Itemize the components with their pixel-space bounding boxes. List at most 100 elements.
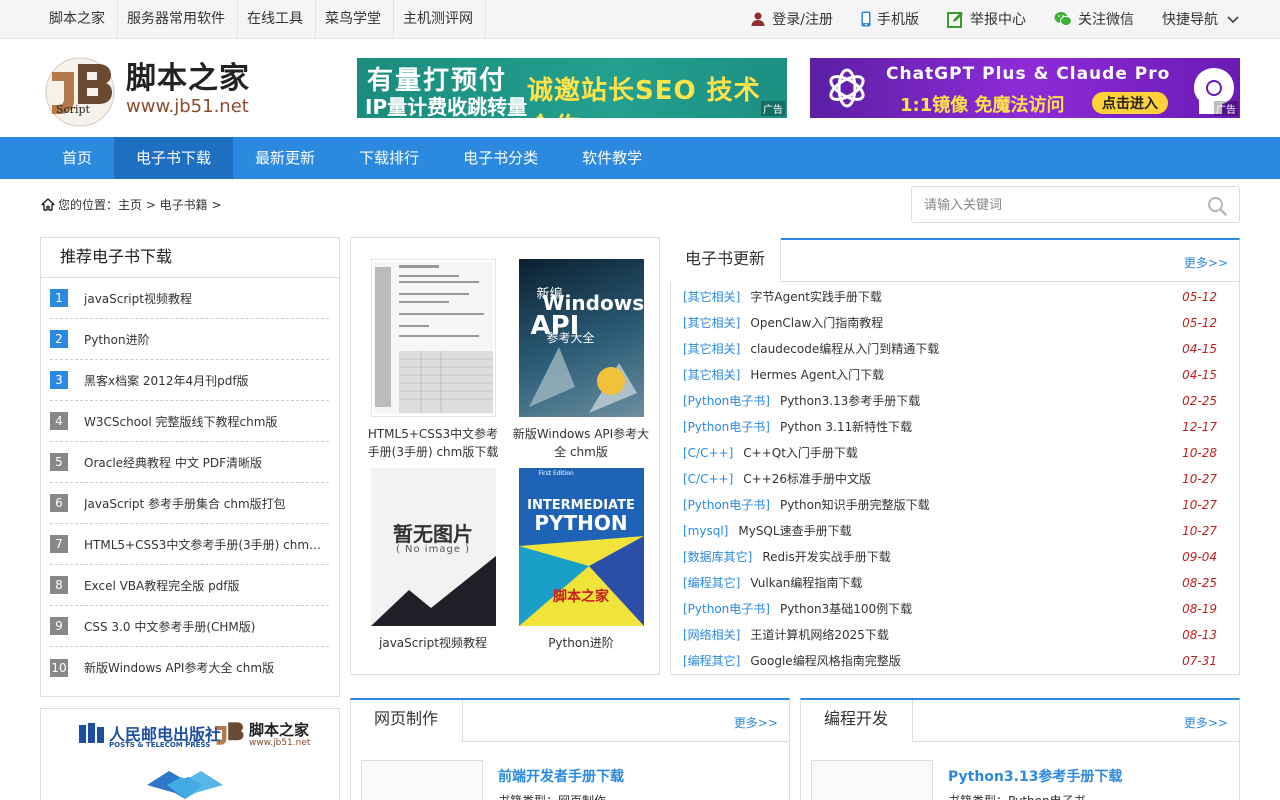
list-item[interactable]: [网络相关] 王道计算机网络2025下载 08-13 — [683, 622, 1227, 648]
nav-software-teaching[interactable]: 软件教学 — [560, 137, 664, 179]
ad-brand-url: www.jb51.net — [249, 738, 311, 748]
list-item[interactable]: 10 新版Windows API参考大全 chm版 — [50, 647, 329, 688]
list-item[interactable]: 4 W3CSchool 完整版线下教程chm版 — [50, 401, 329, 442]
list-item-title[interactable]: 字节Agent实践手册下载 — [750, 284, 1181, 310]
more-link[interactable]: 更多>> — [734, 714, 778, 731]
top-nav-jb51[interactable]: 脚本之家 — [40, 0, 118, 38]
book-cover — [370, 259, 496, 417]
site-logo[interactable]: Script 脚本之家 www.jb51.net — [44, 52, 254, 128]
top-nav-host-review[interactable]: 主机测评网 — [394, 0, 486, 38]
category-tag[interactable]: [其它相关] — [683, 310, 740, 336]
update-date: 07-31 — [1182, 654, 1217, 668]
more-link[interactable]: 更多>> — [1184, 254, 1228, 271]
list-item[interactable]: [数据库其它] Redis开发实战手册下载 09-04 — [683, 544, 1227, 570]
list-item[interactable]: 8 Excel VBA教程完全版 pdf版 — [50, 565, 329, 606]
list-item[interactable]: 1 javaScript视频教程 — [50, 278, 329, 319]
book-card[interactable]: First Edition INTERMEDIATE PYTHON 脚本之家 P… — [511, 468, 651, 670]
list-item-title[interactable]: Python3基础100例下载 — [780, 596, 1181, 622]
category-tag[interactable]: [其它相关] — [683, 284, 740, 310]
category-tag[interactable]: [其它相关] — [683, 362, 740, 388]
list-item[interactable]: 6 JavaScript 参考手册集合 chm版打包 — [50, 483, 329, 524]
panel-header: 网页制作 更多>> — [351, 700, 789, 742]
tab-ebook-updates[interactable]: 电子书更新 — [670, 238, 782, 282]
list-item-title[interactable]: claudecode编程从入门到精通下载 — [750, 336, 1181, 362]
search-input[interactable] — [924, 195, 1194, 215]
list-item[interactable]: [Python电子书] Python3基础100例下载 08-19 — [683, 596, 1227, 622]
book-title-link[interactable]: 前端开发者手册下载 — [498, 766, 624, 786]
list-item-title[interactable]: Hermes Agent入门下载 — [750, 362, 1181, 388]
book-thumbnail[interactable] — [361, 760, 483, 800]
category-tag[interactable]: [网络相关] — [683, 622, 740, 648]
nav-latest[interactable]: 最新更新 — [233, 137, 337, 179]
list-item[interactable]: 2 Python进阶 — [50, 319, 329, 360]
list-item[interactable]: [Python电子书] Python知识手册完整版下载 10-27 — [683, 492, 1227, 518]
tab-programming[interactable]: 编程开发 — [801, 700, 914, 742]
handshake-icon — [147, 771, 223, 799]
category-tag[interactable]: [数据库其它] — [683, 544, 752, 570]
logo-name: 脚本之家 — [126, 61, 250, 96]
list-item[interactable]: [C/C++] C++26标准手册中文版 10-27 — [683, 466, 1227, 492]
list-item-title[interactable]: C++26标准手册中文版 — [743, 466, 1181, 492]
list-item-title[interactable]: Vulkan编程指南下载 — [750, 570, 1181, 596]
list-item-title[interactable]: Google编程风格指南完整版 — [750, 648, 1181, 674]
quick-nav-dropdown[interactable]: 快捷导航 — [1162, 9, 1240, 29]
list-item[interactable]: [其它相关] claudecode编程从入门到精通下载 04-15 — [683, 336, 1227, 362]
list-item-title[interactable]: Python 3.11新特性下载 — [780, 414, 1181, 440]
category-tag[interactable]: [编程其它] — [683, 648, 740, 674]
book-card[interactable]: 新编 Windows API 参考大全 新版Windows API参考大全 ch… — [511, 259, 651, 461]
list-item[interactable]: [编程其它] Vulkan编程指南下载 08-25 — [683, 570, 1227, 596]
list-item-title[interactable]: 王道计算机网络2025下载 — [750, 622, 1181, 648]
list-item[interactable]: 5 Oracle经典教程 中文 PDF清晰版 — [50, 442, 329, 483]
list-item-title[interactable]: Redis开发实战手册下载 — [762, 544, 1181, 570]
category-tag[interactable]: [其它相关] — [683, 336, 740, 362]
list-item[interactable]: 9 CSS 3.0 中文参考手册(CHM版) — [50, 606, 329, 647]
more-link[interactable]: 更多>> — [1184, 714, 1228, 731]
list-item-title[interactable]: OpenClaw入门指南教程 — [750, 310, 1181, 336]
publisher-ad[interactable]: 人民邮电出版社 POSTS & TELECOM PRESS 脚本之家 www.j… — [40, 708, 340, 800]
top-nav-server-software[interactable]: 服务器常用软件 — [118, 0, 238, 38]
banner-ad-seo[interactable]: 有量打预付 IP量计费收跳转量 诚邀站长SEO 技术合作 广告 — [357, 58, 787, 118]
list-item[interactable]: [Python电子书] Python 3.11新特性下载 12-17 — [683, 414, 1227, 440]
tab-web-design[interactable]: 网页制作 — [351, 700, 464, 742]
list-item[interactable]: [其它相关] OpenClaw入门指南教程 05-12 — [683, 310, 1227, 336]
list-item[interactable]: [其它相关] Hermes Agent入门下载 04-15 — [683, 362, 1227, 388]
book-thumbnail[interactable] — [811, 760, 933, 800]
rank-badge: 3 — [50, 371, 68, 389]
mobile-link[interactable]: 手机版 — [861, 9, 919, 29]
search-icon[interactable] — [1207, 196, 1227, 216]
list-item[interactable]: 3 黑客x档案 2012年4月刊pdf版 — [50, 360, 329, 401]
book-card[interactable]: HTML5+CSS3中文参考手册(3手册) chm版下载 — [363, 259, 503, 461]
nav-categories[interactable]: 电子书分类 — [441, 137, 560, 179]
update-date: 08-13 — [1182, 628, 1217, 642]
list-item-title[interactable]: Python知识手册完整版下载 — [780, 492, 1181, 518]
category-tag[interactable]: [Python电子书] — [683, 596, 770, 622]
book-card[interactable]: 暂无图片 ( No image ) javaScript视频教程 — [363, 468, 503, 670]
top-nav-runoob[interactable]: 菜鸟学堂 — [316, 0, 394, 38]
report-link[interactable]: 举报中心 — [947, 9, 1026, 29]
category-tag[interactable]: [Python电子书] — [683, 388, 770, 414]
list-item[interactable]: [mysql] MySQL速查手册下载 10-27 — [683, 518, 1227, 544]
nav-ebook-download[interactable]: 电子书下载 — [114, 137, 234, 179]
list-item[interactable]: [C/C++] C++Qt入门手册下载 10-28 — [683, 440, 1227, 466]
list-item-title[interactable]: MySQL速查手册下载 — [738, 518, 1181, 544]
nav-ranking[interactable]: 下载排行 — [337, 137, 441, 179]
list-item-title[interactable]: C++Qt入门手册下载 — [743, 440, 1181, 466]
category-tag[interactable]: [C/C++] — [683, 440, 733, 466]
nav-home[interactable]: 首页 — [40, 137, 114, 179]
category-tag[interactable]: [mysql] — [683, 518, 728, 544]
list-item[interactable]: [编程其它] Google编程风格指南完整版 07-31 — [683, 648, 1227, 674]
top-nav-online-tools[interactable]: 在线工具 — [238, 0, 316, 38]
category-tag[interactable]: [Python电子书] — [683, 414, 770, 440]
wechat-link[interactable]: 关注微信 — [1054, 9, 1134, 29]
list-item[interactable]: 7 HTML5+CSS3中文参考手册(3手册) chm版下载 — [50, 524, 329, 565]
category-tag[interactable]: [Python电子书] — [683, 492, 770, 518]
list-item-title[interactable]: Python3.13参考手册下载 — [780, 388, 1181, 414]
category-tag[interactable]: [C/C++] — [683, 466, 733, 492]
category-tag[interactable]: [编程其它] — [683, 570, 740, 596]
list-item[interactable]: [其它相关] 字节Agent实践手册下载 05-12 — [683, 284, 1227, 310]
book-title-link[interactable]: Python3.13参考手册下载 — [948, 766, 1122, 786]
banner-ad-chatgpt[interactable]: ChatGPT Plus & Claude Pro 1:1镜像 免魔法访问 点击… — [810, 58, 1240, 118]
login-link[interactable]: 登录/注册 — [750, 9, 833, 29]
logo-url: www.jb51.net — [126, 96, 249, 117]
list-item[interactable]: [Python电子书] Python3.13参考手册下载 02-25 — [683, 388, 1227, 414]
